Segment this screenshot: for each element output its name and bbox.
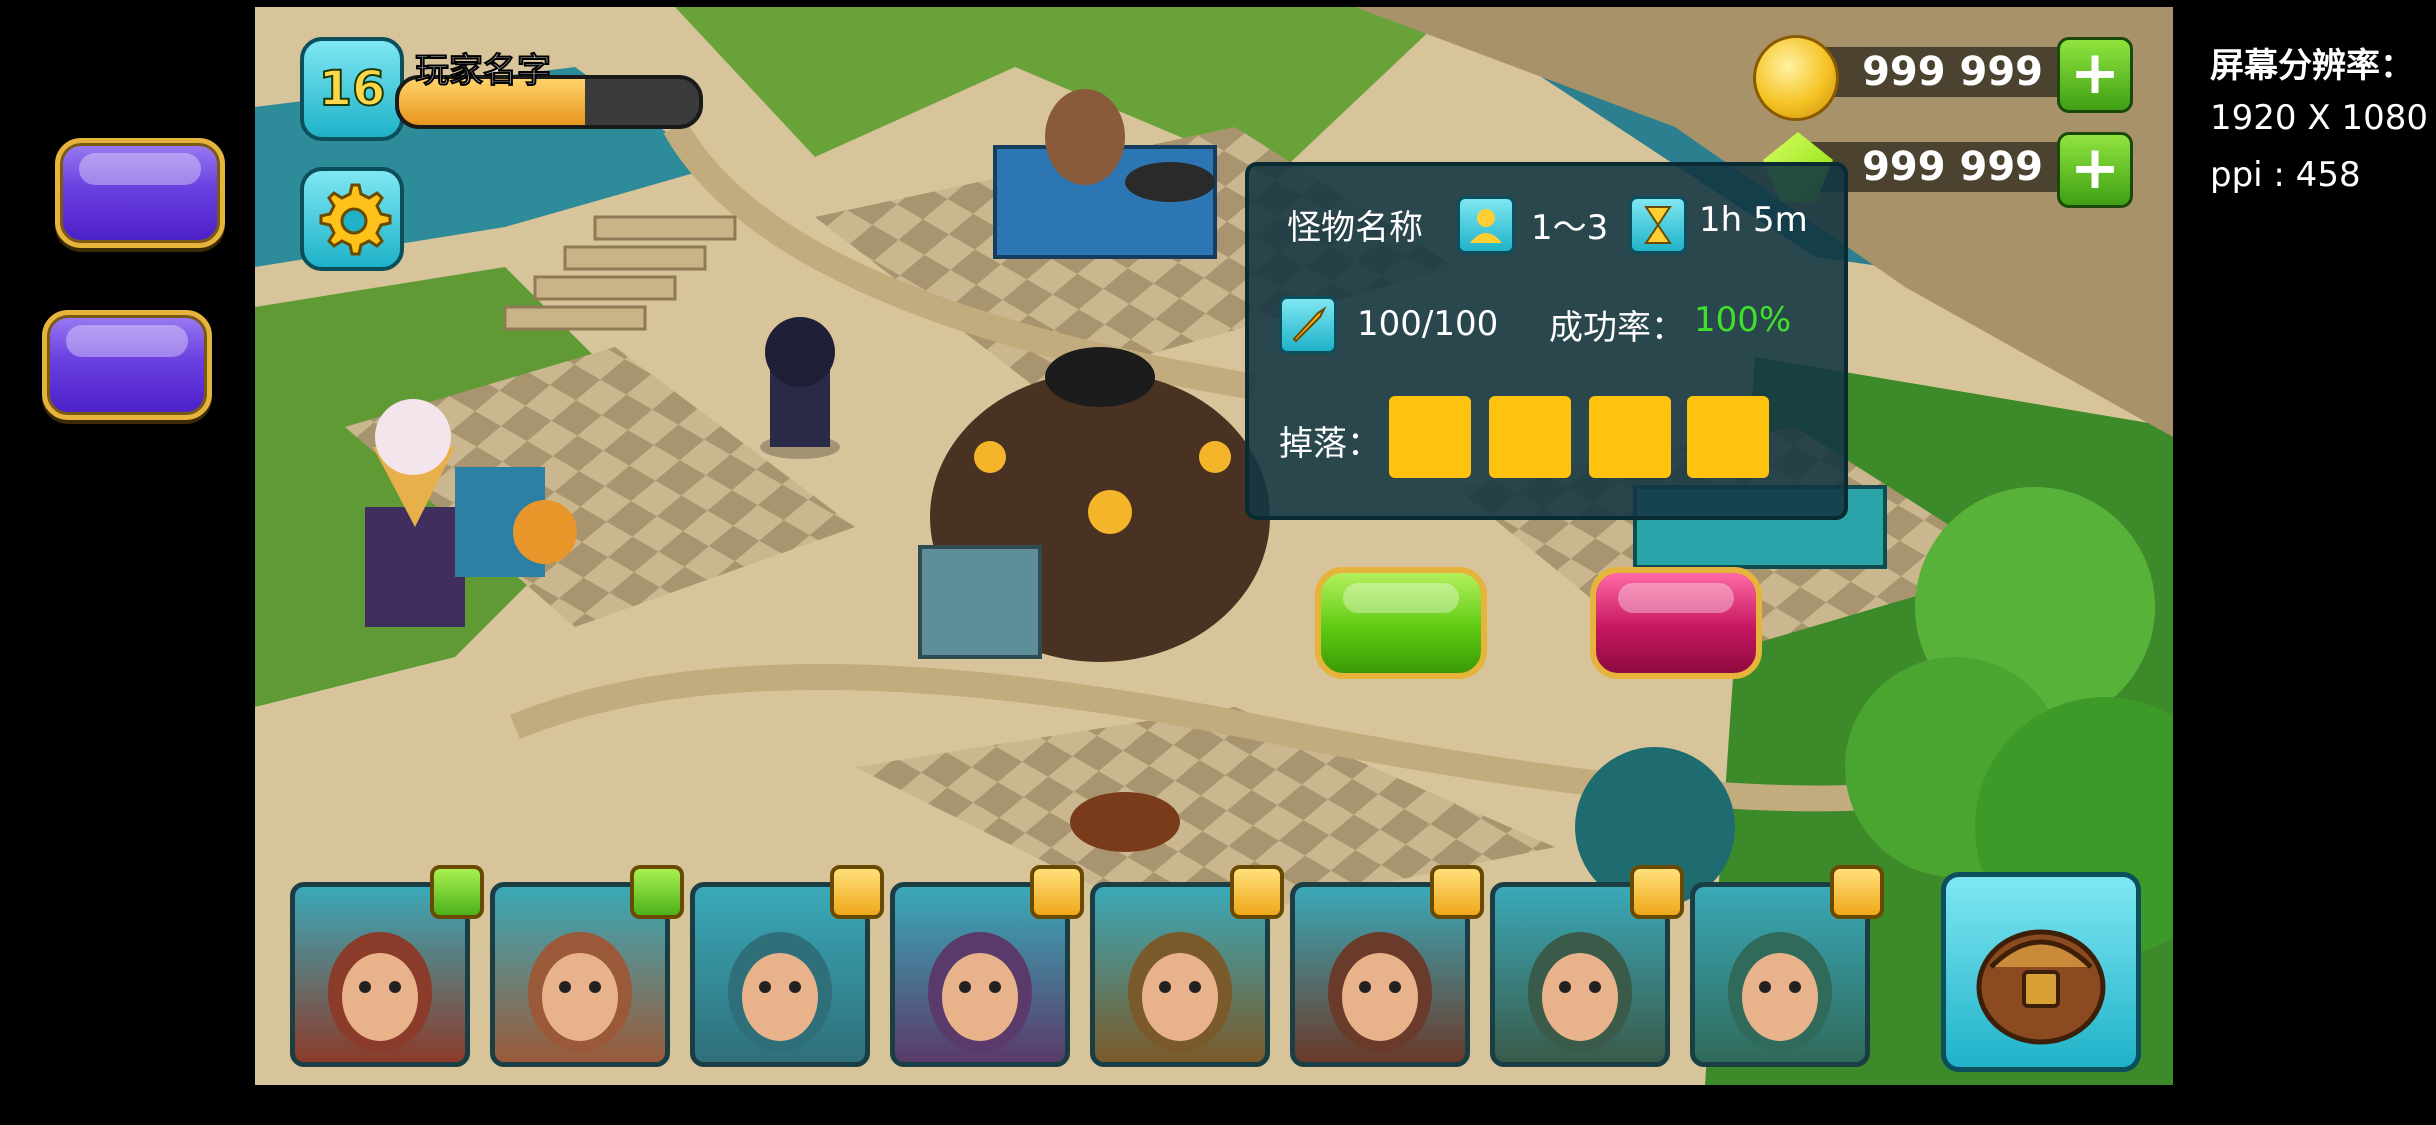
- backpack-icon: [1976, 929, 2106, 1045]
- gold-currency: 999 999 +: [1753, 35, 2133, 121]
- gold-amount: 999 999: [1862, 49, 2043, 95]
- time-required: 1h 5m: [1699, 200, 1808, 240]
- hero-badge-green: [430, 865, 484, 919]
- side-button-1[interactable]: [55, 138, 225, 248]
- gold-coin-icon: [1753, 35, 1839, 121]
- ppi-value: ppi : 458: [2210, 155, 2361, 195]
- hero-badge-gold: [1630, 865, 1684, 919]
- player-icon: [1457, 196, 1515, 254]
- drop-slot-4[interactable]: [1687, 396, 1769, 478]
- hero-badge-gold: [1430, 865, 1484, 919]
- hero-badge-gold: [830, 865, 884, 919]
- level-badge: 16: [300, 37, 404, 141]
- side-button-2[interactable]: [42, 310, 212, 420]
- monster-name: 怪物名称: [1287, 208, 1423, 248]
- drop-slot-2[interactable]: [1489, 396, 1571, 478]
- settings-button[interactable]: [300, 167, 404, 271]
- player-count: 1～3: [1531, 208, 1609, 248]
- hero-badge-green: [630, 865, 684, 919]
- monster-info-panel: 怪物名称 1～3 1h 5m 100/100 成功率： 100% 掉落：: [1245, 162, 1848, 520]
- success-rate-label: 成功率：: [1549, 308, 1685, 348]
- hero-badge-gold: [1230, 865, 1284, 919]
- cancel-button[interactable]: [1590, 567, 1762, 679]
- stamina-value: 100/100: [1357, 304, 1499, 344]
- hero-badge-gold: [1030, 865, 1084, 919]
- resolution-value: 1920 X 1080: [2210, 98, 2428, 138]
- confirm-button[interactable]: [1315, 567, 1487, 679]
- drop-slot-1[interactable]: [1389, 396, 1471, 478]
- add-gold-button[interactable]: +: [2057, 37, 2133, 113]
- hero-badge-gold: [1830, 865, 1884, 919]
- player-name: 玩家名字: [415, 51, 552, 92]
- sword-icon: [1279, 296, 1337, 354]
- game-viewport[interactable]: 16 玩家名字 999 999 + 999 999 + 怪物名称 1～3 1h …: [255, 7, 2173, 1085]
- gear-icon: [319, 183, 392, 256]
- success-rate-value: 100%: [1694, 300, 1792, 340]
- resolution-label: 屏幕分辨率：: [2210, 46, 2414, 86]
- hourglass-icon: [1629, 196, 1687, 254]
- add-gem-button[interactable]: +: [2057, 132, 2133, 208]
- drop-label: 掉落：: [1279, 424, 1381, 464]
- drop-slot-3[interactable]: [1589, 396, 1671, 478]
- gem-amount: 999 999: [1862, 144, 2043, 190]
- inventory-bag-button[interactable]: [1941, 872, 2141, 1072]
